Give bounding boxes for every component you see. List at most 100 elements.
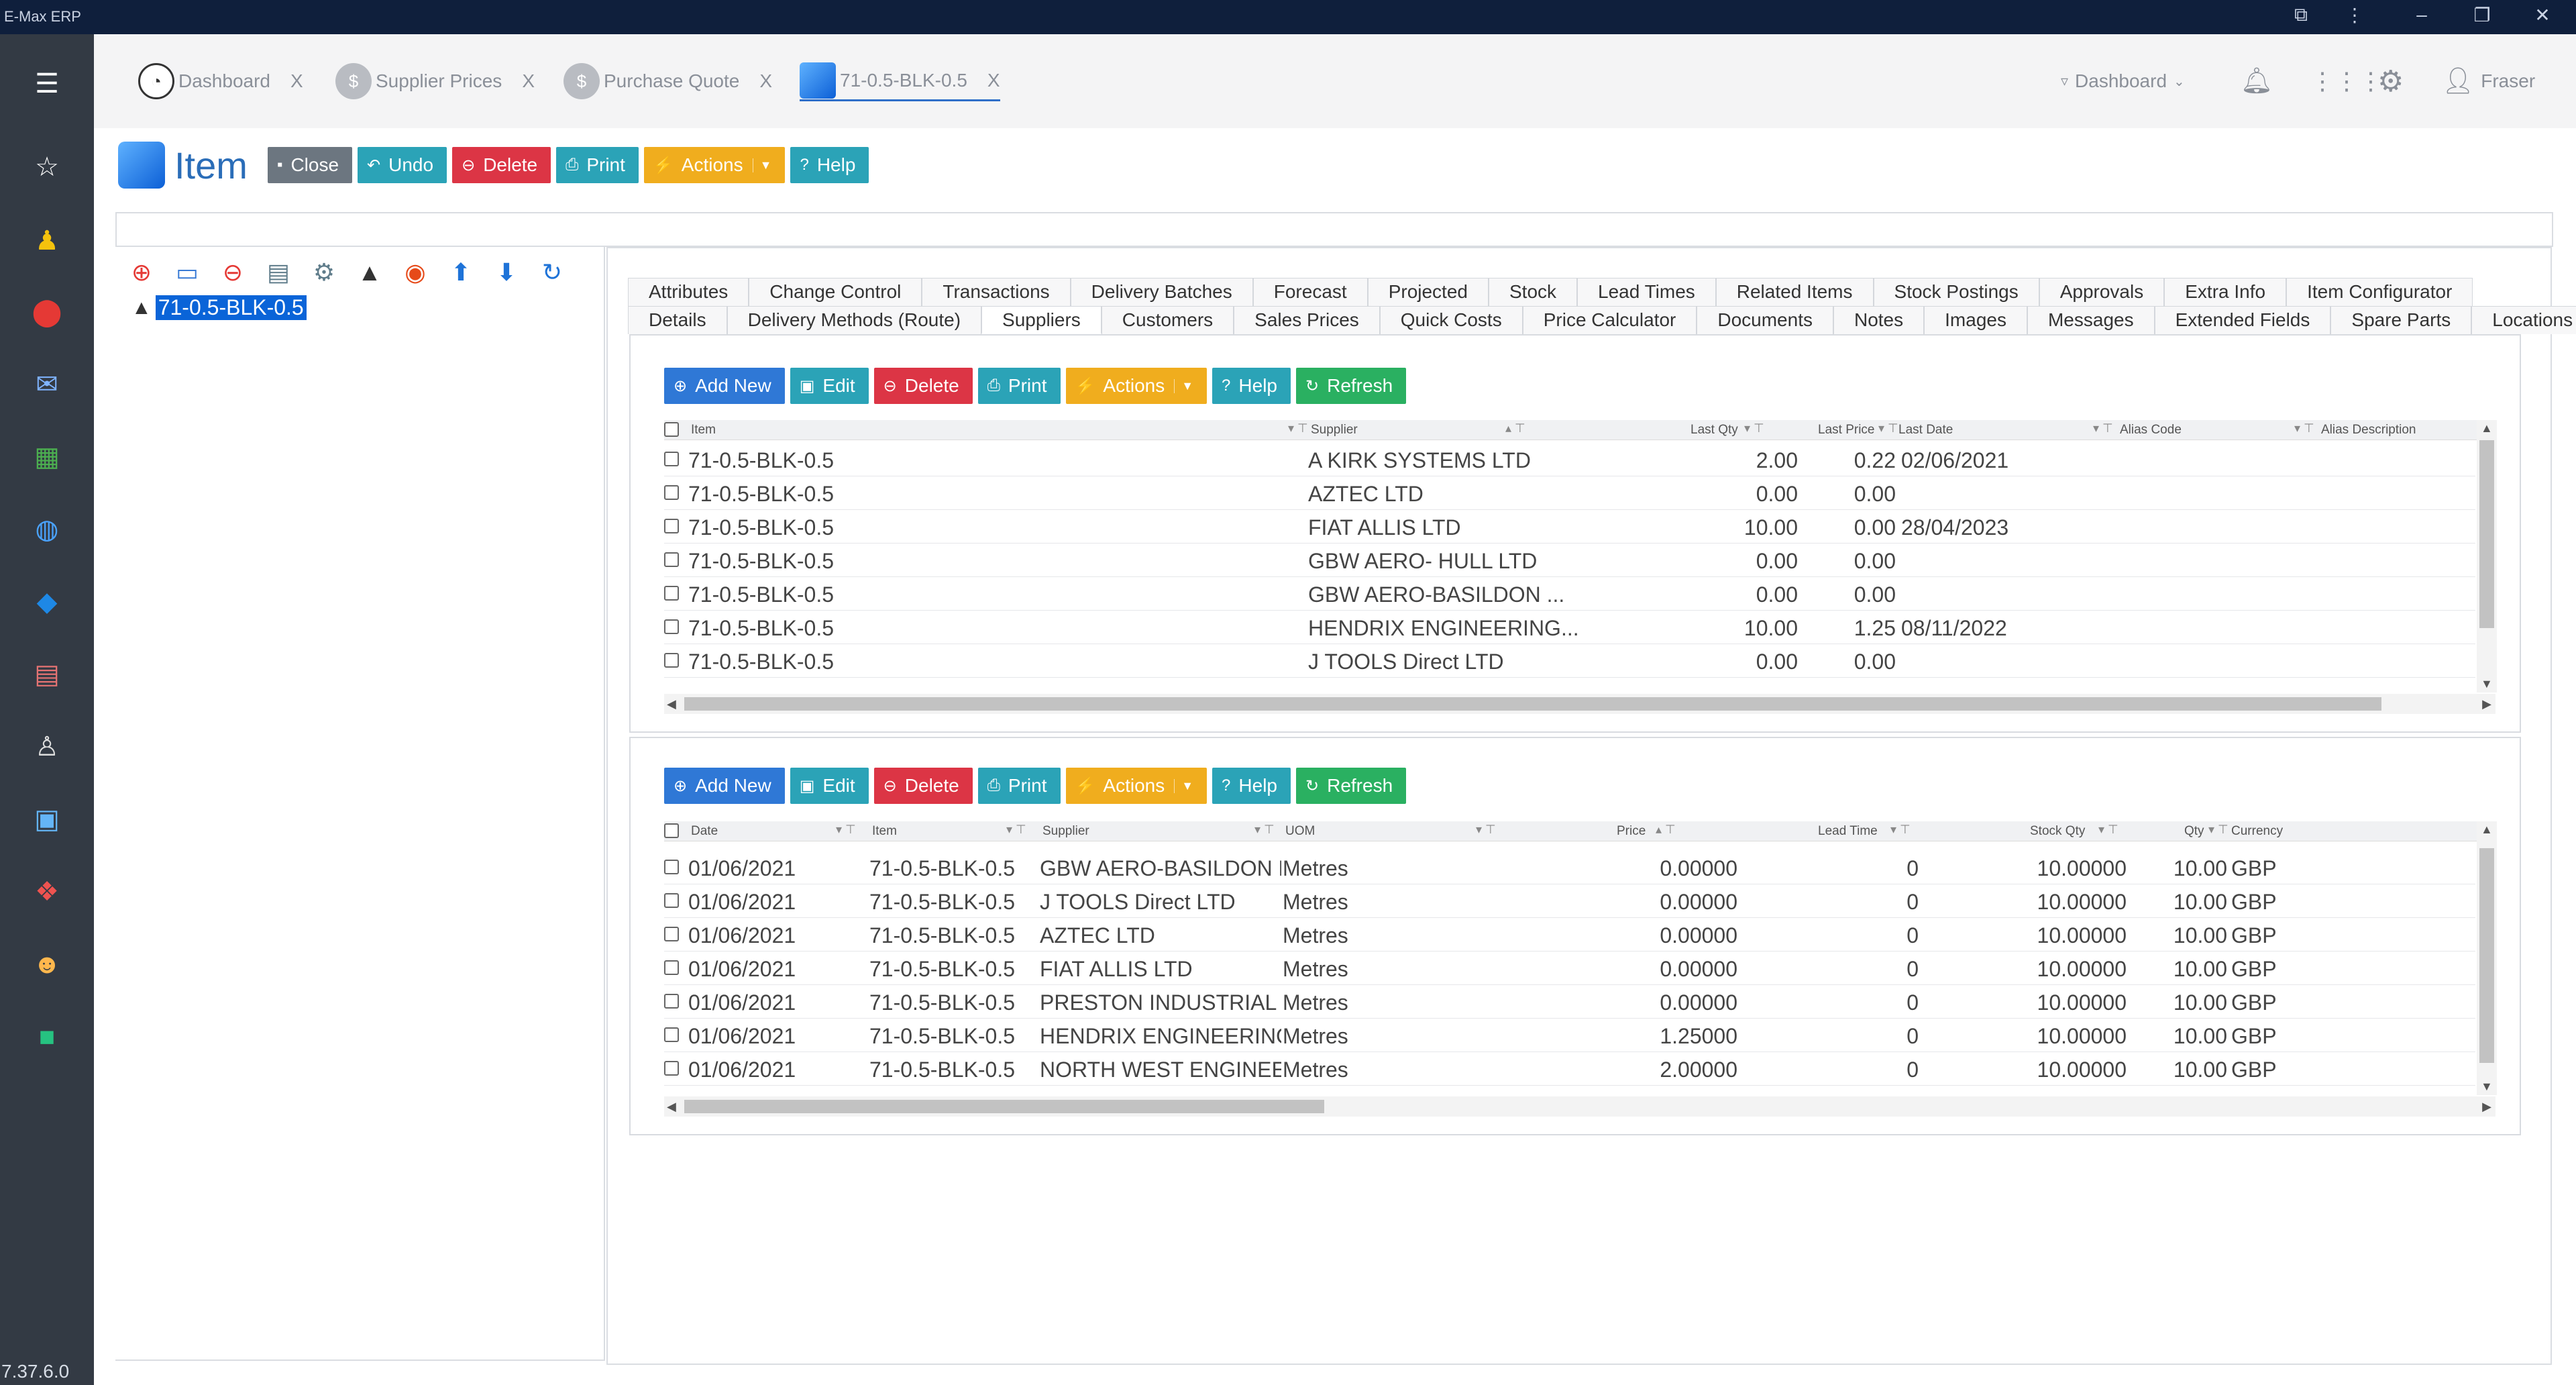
weight-icon[interactable]: ▲ bbox=[352, 254, 388, 291]
filter-icon[interactable]: ▾ ⊤ bbox=[2294, 421, 2314, 435]
sort-filter-icon[interactable]: ▴ ⊤ bbox=[1505, 421, 1525, 435]
scroll-thumb[interactable] bbox=[684, 1100, 1324, 1113]
user-menu[interactable]: 👤︎ Fraser bbox=[2442, 61, 2535, 101]
table-row[interactable]: 01/06/2021 71-0.5-BLK-0.5 PRESTON INDUSTRI… bbox=[664, 985, 2475, 1019]
search-bar[interactable] bbox=[115, 212, 2553, 247]
table-row[interactable]: 71-0.5-BLK-0.5 FIAT ALLIS LTD 10.00 0.00 28/… bbox=[664, 510, 2475, 544]
tab-item[interactable]: 71-0.5-BLK-0.5 X bbox=[800, 61, 1000, 101]
table-row[interactable]: 71-0.5-BLK-0.5 AZTEC LTD 0.00 0.00 bbox=[664, 476, 2475, 510]
id-card-icon[interactable]: ▣ bbox=[28, 801, 66, 838]
tab-extra-info[interactable]: Extra Info bbox=[2164, 278, 2287, 306]
caret-down-icon[interactable]: ▼ bbox=[752, 158, 771, 172]
column-header[interactable]: Item bbox=[691, 423, 716, 438]
worker-icon[interactable]: ☻ bbox=[28, 945, 66, 983]
column-header[interactable]: Supplier bbox=[1042, 824, 1089, 839]
more-options-icon[interactable]: ⋮ bbox=[2341, 4, 2368, 26]
scroll-right-arrow[interactable]: ▶ bbox=[2482, 697, 2491, 711]
row-checkbox[interactable] bbox=[664, 653, 679, 668]
caret-down-icon[interactable]: ▼ bbox=[1174, 378, 1193, 393]
tab-notes[interactable]: Notes bbox=[1833, 306, 1925, 334]
actions-button[interactable]: ⚡ Actions ▼ bbox=[1065, 368, 1208, 404]
close-tab-icon[interactable]: X bbox=[759, 70, 772, 92]
filter-icon[interactable]: ▾ ⊤ bbox=[1890, 823, 1911, 837]
tab-change-control[interactable]: Change Control bbox=[749, 278, 922, 306]
column-header[interactable]: Supplier bbox=[1311, 423, 1358, 438]
caret-down-icon[interactable]: ▼ bbox=[1174, 778, 1193, 793]
vertical-scrollbar[interactable]: ▲ ▼ bbox=[2477, 821, 2497, 1095]
undo-button[interactable]: ↶ Undo bbox=[358, 147, 447, 183]
row-checkbox[interactable] bbox=[664, 1061, 679, 1076]
row-checkbox[interactable] bbox=[664, 927, 679, 941]
table-row[interactable]: 01/06/2021 71-0.5-BLK-0.5 J TOOLS Direct L… bbox=[664, 884, 2475, 918]
row-checkbox[interactable] bbox=[664, 485, 679, 500]
tab-messages[interactable]: Messages bbox=[2027, 306, 2155, 334]
tab-transactions[interactable]: Transactions bbox=[922, 278, 1071, 306]
scroll-thumb[interactable] bbox=[684, 697, 2381, 711]
row-checkbox[interactable] bbox=[664, 519, 679, 533]
table-row[interactable]: 71-0.5-BLK-0.5 HENDRIX ENGINEERING... 10.0… bbox=[664, 611, 2475, 644]
help-button[interactable]: ? Help bbox=[790, 147, 869, 183]
scroll-right-arrow[interactable]: ▶ bbox=[2482, 1100, 2491, 1114]
table-row[interactable]: 71-0.5-BLK-0.5 J TOOLS Direct LTD 0.00 0.00 bbox=[664, 644, 2475, 678]
chart-icon[interactable]: ▦ bbox=[28, 438, 66, 476]
tab-supplier-prices[interactable]: $ Supplier Prices X bbox=[335, 61, 535, 101]
tab-approvals[interactable]: Approvals bbox=[2039, 278, 2165, 306]
favorites-star-icon[interactable]: ☆ bbox=[28, 148, 66, 186]
filter-icon[interactable]: ▾ ⊤ bbox=[1254, 823, 1275, 837]
add-new-button[interactable]: ⊕ Add New bbox=[664, 768, 785, 804]
refresh-button[interactable]: ↻ Refresh bbox=[1296, 368, 1407, 404]
column-header[interactable]: UOM bbox=[1285, 824, 1315, 839]
refresh-button[interactable]: ↻ Refresh bbox=[1296, 768, 1407, 804]
tree-item[interactable]: ▲ 71-0.5-BLK-0.5 bbox=[131, 295, 307, 320]
tab-sales-prices[interactable]: Sales Prices bbox=[1234, 306, 1380, 334]
mail-icon[interactable]: ✉ bbox=[28, 366, 66, 403]
dashboard-dropdown[interactable]: ▿ Dashboard ⌄ bbox=[2061, 61, 2185, 101]
column-header[interactable]: Stock Qty bbox=[2030, 824, 2085, 839]
tab-stock[interactable]: Stock bbox=[1488, 278, 1578, 306]
filter-icon[interactable]: ▾ ⊤ bbox=[2093, 421, 2113, 435]
table-row[interactable]: 01/06/2021 71-0.5-BLK-0.5 NORTH WEST ENGIN… bbox=[664, 1052, 2475, 1086]
row-checkbox[interactable] bbox=[664, 586, 679, 601]
column-header[interactable]: Alias Description bbox=[2321, 423, 2416, 438]
table-row[interactable]: 01/06/2021 71-0.5-BLK-0.5 AZTEC LTD Metres 0… bbox=[664, 918, 2475, 952]
row-checkbox[interactable] bbox=[664, 994, 679, 1009]
document-icon[interactable]: ▤ bbox=[260, 254, 297, 291]
tab-lead-times[interactable]: Lead Times bbox=[1577, 278, 1716, 306]
filter-icon[interactable]: ▾ ⊤ bbox=[1744, 421, 1764, 435]
globe-icon[interactable]: ◍ bbox=[28, 511, 66, 548]
tab-projected[interactable]: Projected bbox=[1367, 278, 1489, 306]
cube-icon[interactable]: ◆ bbox=[28, 583, 66, 621]
select-all-checkbox[interactable] bbox=[664, 823, 679, 838]
tab-related-items[interactable]: Related Items bbox=[1715, 278, 1874, 306]
scroll-left-arrow[interactable]: ◀ bbox=[667, 1100, 676, 1114]
actions-button[interactable]: ⚡ Actions ▼ bbox=[1065, 768, 1208, 804]
close-button[interactable]: ▪ Close bbox=[267, 147, 353, 183]
scroll-thumb[interactable] bbox=[2479, 848, 2494, 1063]
package-icon[interactable]: ❖ bbox=[28, 873, 66, 911]
filter-icon[interactable]: ▾ ⊤ bbox=[1006, 823, 1026, 837]
column-header[interactable]: Qty bbox=[2184, 824, 2204, 839]
tab-images[interactable]: Images bbox=[1924, 306, 2027, 334]
tab-details[interactable]: Details bbox=[628, 306, 727, 334]
table-row[interactable]: 71-0.5-BLK-0.5 GBW AERO-BASILDON ... 0.00 0… bbox=[664, 577, 2475, 611]
edit-button[interactable]: ▣ Edit bbox=[790, 368, 869, 404]
close-tab-icon[interactable]: X bbox=[522, 70, 535, 92]
scroll-down-arrow[interactable]: ▼ bbox=[2481, 1080, 2493, 1094]
target-icon[interactable]: ◉ bbox=[397, 254, 433, 291]
tab-customers[interactable]: Customers bbox=[1101, 306, 1234, 334]
scroll-up-arrow[interactable]: ▲ bbox=[2481, 823, 2493, 837]
actions-button[interactable]: ⚡ Actions ▼ bbox=[643, 147, 786, 183]
column-header[interactable]: Alias Code bbox=[2120, 423, 2182, 438]
row-checkbox[interactable] bbox=[664, 960, 679, 975]
column-header[interactable]: Last Date bbox=[1898, 423, 1953, 438]
scroll-down-arrow[interactable]: ▼ bbox=[2481, 677, 2493, 691]
help-button[interactable]: ? Help bbox=[1212, 368, 1291, 404]
table-row[interactable]: 01/06/2021 71-0.5-BLK-0.5 GBW AERO-BASILDO… bbox=[664, 851, 2475, 884]
table-row[interactable]: 71-0.5-BLK-0.5 A KIRK SYSTEMS LTD 2.00 0.22… bbox=[664, 443, 2475, 476]
filter-icon[interactable]: ▾ ⊤ bbox=[2098, 823, 2118, 837]
print-button[interactable]: ⎙ Print bbox=[977, 368, 1061, 404]
bell-icon[interactable]: 🔔︎ bbox=[2241, 61, 2273, 101]
horizontal-scrollbar[interactable]: ◀ ▶ bbox=[664, 694, 2496, 714]
tab-price-calculator[interactable]: Price Calculator bbox=[1522, 306, 1697, 334]
remove-icon[interactable]: ⊖ bbox=[215, 254, 251, 291]
